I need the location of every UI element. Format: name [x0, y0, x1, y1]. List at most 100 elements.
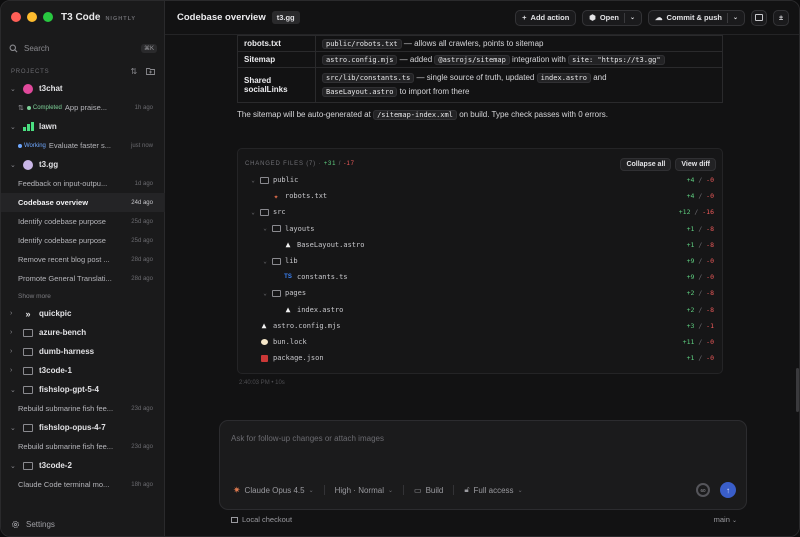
- access-selector[interactable]: 🔓︎ Full access ⌄: [464, 485, 522, 495]
- add-folder-icon[interactable]: [146, 67, 155, 75]
- diff-stat: +1 / -0: [686, 354, 714, 363]
- chevron-down-icon: ⌄: [263, 257, 267, 265]
- file-tree-folder[interactable]: ⌄ lib +9 / -0: [238, 253, 724, 269]
- thread-age: 25d ago: [131, 218, 153, 225]
- thread-item[interactable]: Claude Code terminal mo... 18h ago: [1, 475, 165, 494]
- commit-push-button[interactable]: ☁ Commit & push ⌄: [648, 9, 745, 26]
- file-tree-folder[interactable]: ⌄ public +4 / -0: [238, 172, 724, 188]
- open-button[interactable]: ⬢ Open ⌄: [582, 9, 643, 26]
- chevron-down-icon: ⌄: [10, 123, 16, 131]
- thread-item[interactable]: Remove recent blog post ... 28d ago: [1, 250, 165, 269]
- model-selector[interactable]: ✷ Claude Opus 4.5 ⌄: [233, 485, 314, 496]
- scrollbar[interactable]: [796, 368, 799, 412]
- project-name: t3code-1: [39, 366, 72, 375]
- branch-selector[interactable]: main ⌄: [714, 515, 737, 524]
- thread-item[interactable]: Working Evaluate faster s... just now: [1, 136, 165, 155]
- table-row: Shared socialLinks src/lib/constants.ts …: [237, 67, 723, 103]
- thread-age: 28d ago: [131, 275, 153, 282]
- effort-selector[interactable]: High · Normal ⌄: [335, 486, 393, 495]
- project-lawn[interactable]: ⌄ lawn: [1, 117, 165, 136]
- thread-item[interactable]: Rebuild submarine fish fee... 23d ago: [1, 399, 165, 418]
- file-tree-file[interactable]: TS constants.ts +9 / -0: [238, 269, 724, 285]
- project-t3gg[interactable]: ⌄ t3.gg: [1, 155, 165, 174]
- project-dumb-harness[interactable]: › dumb-harness: [1, 342, 165, 361]
- thread-title: Remove recent blog post ...: [18, 255, 110, 264]
- file-tree-folder[interactable]: ⌄ layouts +1 / -8: [238, 221, 724, 237]
- app-window: T3 Code NIGHTLY Search ⌘K PROJECTS ⇅ ⌄ t…: [0, 0, 800, 537]
- sort-icon[interactable]: ⇅: [130, 67, 138, 76]
- diff-stat: +1 / -8: [686, 240, 714, 249]
- thread-item[interactable]: Feedback on input-outpu... 1d ago: [1, 174, 165, 193]
- t3gg-avatar-icon: [22, 159, 34, 170]
- file-tree-folder[interactable]: ⌄ src +12 / -16: [238, 204, 724, 220]
- prompt-input[interactable]: Ask for follow-up changes or attach imag…: [231, 434, 384, 443]
- project-fishslop-gpt-5-4[interactable]: ⌄ fishslop-gpt-5-4: [1, 380, 165, 399]
- folder-icon: [22, 461, 34, 471]
- chevron-right-icon: ›: [10, 367, 13, 374]
- file-name: astro.config.mjs: [273, 321, 341, 330]
- project-fishslop-opus-4-7[interactable]: ⌄ fishslop-opus-4-7: [1, 418, 165, 437]
- checkout-selector[interactable]: Local checkout: [231, 515, 292, 524]
- chevron-right-icon: ›: [10, 329, 13, 336]
- channel-badge: NIGHTLY: [105, 16, 137, 22]
- folder-icon: [22, 366, 34, 376]
- file-tree-file[interactable]: ▲ astro.config.mjs +3 / -1: [238, 318, 724, 334]
- diff-button[interactable]: ±: [773, 9, 789, 26]
- search-button[interactable]: Search ⌘K: [9, 41, 157, 55]
- thread-item[interactable]: Promote General Translati... 28d ago: [1, 269, 165, 288]
- view-diff-button[interactable]: View diff: [675, 157, 716, 171]
- toggle-panel-button[interactable]: [751, 9, 767, 26]
- file-name: pages: [285, 289, 307, 298]
- thread-item[interactable]: ⇅ Completed App praise... 1h ago: [1, 98, 165, 117]
- project-name: fishslop-opus-4-7: [39, 423, 106, 432]
- chevron-down-icon: ⌄: [10, 424, 16, 432]
- thread-age: just now: [130, 142, 153, 149]
- file-name: constants.ts: [297, 273, 348, 282]
- chevron-down-icon[interactable]: ⌄: [630, 14, 635, 21]
- show-more-link[interactable]: Show more: [1, 288, 165, 304]
- project-azure-bench[interactable]: › azure-bench: [1, 323, 165, 342]
- project-name: fishslop-gpt-5-4: [39, 385, 99, 394]
- chevron-down-icon: ⌄: [251, 176, 255, 184]
- file-tree-file[interactable]: ✦ robots.txt +4 / -0: [238, 188, 724, 204]
- file-tree-file[interactable]: package.json +1 / -0: [238, 350, 724, 366]
- settings-button[interactable]: Settings: [11, 520, 55, 529]
- thread-title: Identify codebase purpose: [18, 236, 106, 245]
- panel-icon: [755, 14, 763, 21]
- file-tree-file[interactable]: ▲ index.astro +2 / -8: [238, 302, 724, 318]
- thread-title: Evaluate faster s...: [48, 141, 112, 150]
- close-window-button[interactable]: [11, 12, 21, 22]
- thread-item-active[interactable]: Codebase overview 24d ago: [1, 193, 165, 212]
- chevron-down-icon[interactable]: ⌄: [733, 14, 738, 21]
- send-button[interactable]: ↑: [720, 482, 736, 498]
- project-t3code-1[interactable]: › t3code-1: [1, 361, 165, 380]
- zoom-window-button[interactable]: [43, 12, 53, 22]
- folder-icon: [270, 257, 282, 265]
- changed-files-header: CHANGED FILES (7) · +31 / -17 Collapse a…: [245, 157, 716, 171]
- collapse-all-button[interactable]: Collapse all: [620, 157, 672, 171]
- diff-stat: +4 / -0: [686, 192, 714, 201]
- project-quickpic[interactable]: › » quickpic: [1, 304, 165, 323]
- mode-selector[interactable]: ▭ Build: [414, 486, 443, 495]
- chevron-down-icon: ⌄: [10, 161, 16, 169]
- project-t3chat[interactable]: ⌄ t3chat: [1, 79, 165, 98]
- projects-heading: PROJECTS: [11, 68, 50, 75]
- search-icon: [9, 44, 18, 52]
- thread-item[interactable]: Rebuild submarine fish fee... 23d ago: [1, 437, 165, 456]
- arrow-up-icon: ↑: [726, 485, 730, 495]
- thread-item[interactable]: Identify codebase purpose 25d ago: [1, 212, 165, 231]
- lawn-chart-icon: [22, 122, 34, 132]
- thread-item[interactable]: Identify codebase purpose 25d ago: [1, 231, 165, 250]
- chevron-down-icon: ⌄: [10, 462, 16, 470]
- diff-stat: +9 / -0: [686, 273, 714, 282]
- project-t3code-2[interactable]: ⌄ t3code-2: [1, 456, 165, 475]
- chevron-down-icon: ⌄: [10, 85, 16, 93]
- minimize-window-button[interactable]: [27, 12, 37, 22]
- thread-age: 23d ago: [131, 405, 153, 412]
- file-tree-folder[interactable]: ⌄ pages +2 / -8: [238, 285, 724, 301]
- chevron-down-icon: ⌄: [10, 386, 16, 394]
- file-tree-file[interactable]: ▲ BaseLayout.astro +1 / -8: [238, 237, 724, 253]
- file-tree-file[interactable]: bun.lock +11 / -0: [238, 334, 724, 350]
- file-tree: ⌄ public +4 / -0 ✦ robots.txt +4 / -0 ⌄ src +12 …: [238, 172, 724, 366]
- add-action-button[interactable]: + Add action: [515, 9, 577, 26]
